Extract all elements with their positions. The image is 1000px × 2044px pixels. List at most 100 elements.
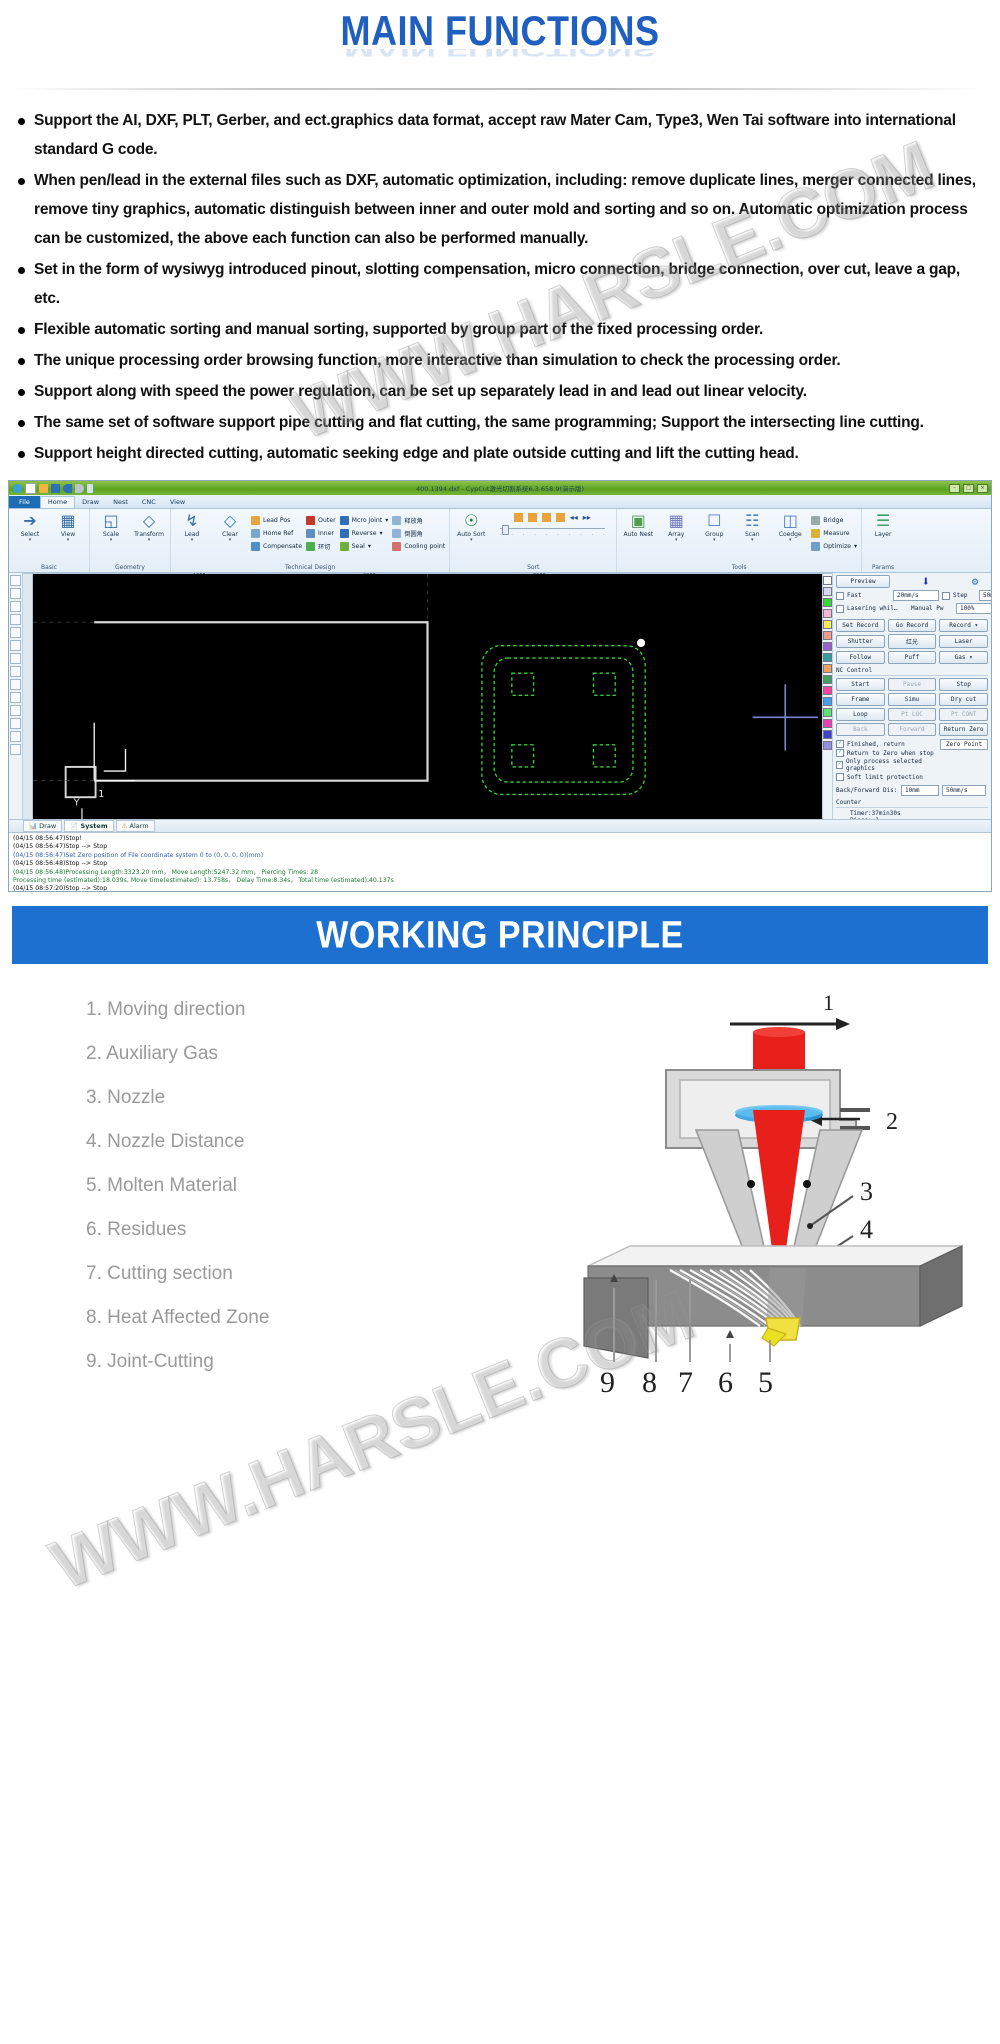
- log-tab-system[interactable]: 📄 System: [64, 820, 114, 832]
- back-button[interactable]: Back: [836, 723, 885, 736]
- tool-pan-icon[interactable]: [10, 731, 21, 742]
- checkbox-box[interactable]: [836, 591, 844, 600]
- tab-view[interactable]: View: [163, 497, 192, 508]
- ribbon-button-auto-nest[interactable]: ▣ Auto Nest: [621, 511, 655, 538]
- log-output[interactable]: (04/15 08:56:47)Stop! (04/15 08:56:47)St…: [9, 833, 991, 891]
- chevron-down-icon[interactable]: ▾: [229, 538, 232, 543]
- ribbon-button-view[interactable]: ▦ View ▾: [51, 511, 85, 543]
- chevron-down-icon[interactable]: ▾: [854, 543, 857, 550]
- ribbon-item-compensate[interactable]: Compensate: [251, 540, 302, 552]
- tool-line-icon[interactable]: [10, 601, 21, 612]
- layer-swatch[interactable]: [823, 653, 832, 662]
- loop-button[interactable]: Loop: [836, 708, 885, 721]
- forward-button[interactable]: Forward: [887, 723, 937, 736]
- return-zero-button[interactable]: Return Zero: [939, 723, 989, 736]
- tool-arc-icon[interactable]: [10, 653, 21, 664]
- ribbon-button-select[interactable]: ➔ Select ▾: [13, 511, 47, 543]
- soft-limit-checkbox[interactable]: Soft limit protection: [836, 773, 936, 781]
- pt-loc-button[interactable]: Pt LOC: [887, 708, 937, 721]
- tab-file[interactable]: File: [9, 496, 40, 508]
- ribbon-tabstrip[interactable]: File Home Draw Nest CNC View: [9, 495, 991, 509]
- arrow-down-icon[interactable]: ⬇: [893, 575, 959, 589]
- layer-swatch[interactable]: [823, 587, 832, 596]
- ribbon-button-array[interactable]: ▦ Array ▾: [659, 511, 693, 543]
- record-dropdown-button[interactable]: Record ▾: [939, 619, 989, 632]
- set-record-button[interactable]: Set Record: [836, 619, 885, 632]
- go-record-button[interactable]: Go Record: [887, 619, 937, 632]
- ribbon-button-auto-sort[interactable]: ☉ Auto Sort ▾: [454, 511, 488, 543]
- layer-swatch[interactable]: [823, 642, 832, 651]
- ribbon-button-group[interactable]: ☐ Group ▾: [697, 511, 731, 543]
- follow-button[interactable]: Follow: [836, 651, 885, 664]
- sort-icon-row[interactable]: ◂◂ ▸▸: [513, 513, 591, 522]
- frame-button[interactable]: Frame: [836, 693, 885, 706]
- ribbon-button-scale[interactable]: ◱ Scale ▾: [94, 511, 128, 543]
- sort-c-icon[interactable]: [541, 513, 551, 522]
- close-button[interactable]: ×: [977, 483, 988, 493]
- chevron-down-icon[interactable]: ▾: [368, 543, 371, 550]
- log-tabstrip[interactable]: 📊 Draw 📄 System ⚠ Alarm: [9, 820, 991, 833]
- sort-slider[interactable]: [499, 525, 605, 535]
- zero-point-select[interactable]: Zero Point: [940, 739, 988, 750]
- puff-button[interactable]: Puff: [887, 651, 937, 664]
- tool-trim-icon[interactable]: [10, 705, 21, 716]
- ribbon-button-clear[interactable]: ◇ Clear ▾: [213, 511, 247, 543]
- chevron-down-icon[interactable]: ▾: [148, 538, 151, 543]
- chevron-down-icon[interactable]: ▾: [110, 538, 113, 543]
- ribbon-button-lead[interactable]: ↯ Lead ▾: [175, 511, 209, 543]
- tool-snap-icon[interactable]: [10, 744, 21, 755]
- step-value-select[interactable]: 50mm: [979, 590, 991, 601]
- layer-swatch[interactable]: [823, 686, 832, 695]
- stop-button[interactable]: Stop: [939, 678, 989, 691]
- slider-knob[interactable]: [501, 525, 509, 535]
- dry-cut-button[interactable]: Dry cut: [939, 693, 989, 706]
- checkbox-box[interactable]: ✓: [836, 761, 843, 769]
- ribbon-item-ring-cut[interactable]: 环切: [306, 540, 336, 552]
- ribbon-item-home-ref[interactable]: Home Ref: [251, 527, 302, 539]
- maximize-button[interactable]: □: [963, 483, 974, 493]
- layer-swatch[interactable]: [823, 697, 832, 706]
- left-toolbar[interactable]: [9, 573, 23, 819]
- tool-rect-icon[interactable]: [10, 614, 21, 625]
- layer-swatch[interactable]: [823, 598, 832, 607]
- layer-swatch[interactable]: [823, 631, 832, 640]
- ribbon-button-transform[interactable]: ◇ Transform ▾: [132, 511, 166, 543]
- layer-swatch[interactable]: [823, 664, 832, 673]
- ribbon-item-bridge[interactable]: Bridge: [811, 514, 857, 526]
- start-button[interactable]: Start: [836, 678, 885, 691]
- tool-text-icon[interactable]: [10, 666, 21, 677]
- ribbon-button-layer[interactable]: ☰ Layer: [866, 511, 900, 538]
- ribbon-item-cooling-point[interactable]: Cooling point: [392, 540, 445, 552]
- back-forward-speed-select[interactable]: 50mm/s: [942, 785, 986, 796]
- log-tab-draw[interactable]: 📊 Draw: [23, 820, 63, 832]
- checkbox-box[interactable]: ✓: [836, 749, 844, 757]
- ribbon-button-coedge[interactable]: ◫ Coedge ▾: [773, 511, 807, 543]
- ribbon-item-fillet[interactable]: 倒圆角: [392, 527, 445, 539]
- pt-cont-button[interactable]: Pt CONT: [939, 708, 989, 721]
- manual-power-select[interactable]: 100%: [956, 603, 991, 614]
- ribbon-item-release-angle[interactable]: 释放角: [392, 514, 445, 526]
- minimize-button[interactable]: –: [949, 483, 960, 493]
- return-zero-stop-checkbox[interactable]: ✓ Return to Zero when stop: [836, 749, 936, 757]
- sort-b-icon[interactable]: [527, 513, 537, 522]
- layer-swatch[interactable]: [823, 741, 832, 750]
- tool-select-icon[interactable]: [10, 575, 21, 586]
- ribbon-item-measure[interactable]: Measure: [811, 527, 857, 539]
- tab-nest[interactable]: Nest: [106, 497, 135, 508]
- lasering-checkbox[interactable]: Lasering whil…: [836, 604, 908, 613]
- layer-swatch[interactable]: [823, 719, 832, 728]
- ribbon-item-lead-pos[interactable]: Lead Pos: [251, 514, 302, 526]
- chevron-down-icon[interactable]: ▾: [191, 538, 194, 543]
- laser-button[interactable]: Laser: [939, 635, 989, 648]
- chevron-down-icon[interactable]: ▾: [29, 538, 32, 543]
- tool-offset-icon[interactable]: [10, 692, 21, 703]
- chevron-down-icon[interactable]: ▾: [751, 538, 754, 543]
- log-tab-alarm[interactable]: ⚠ Alarm: [115, 820, 155, 832]
- fast-speed-select[interactable]: 20mm/s: [893, 590, 939, 601]
- layer-swatch[interactable]: [823, 620, 832, 629]
- tool-zoom-icon[interactable]: [10, 718, 21, 729]
- ribbon-item-optimize[interactable]: Optimize ▾: [811, 540, 857, 552]
- layer-swatch[interactable]: [823, 730, 832, 739]
- tab-cnc[interactable]: CNC: [135, 497, 163, 508]
- prev-icon[interactable]: ◂◂: [570, 513, 578, 522]
